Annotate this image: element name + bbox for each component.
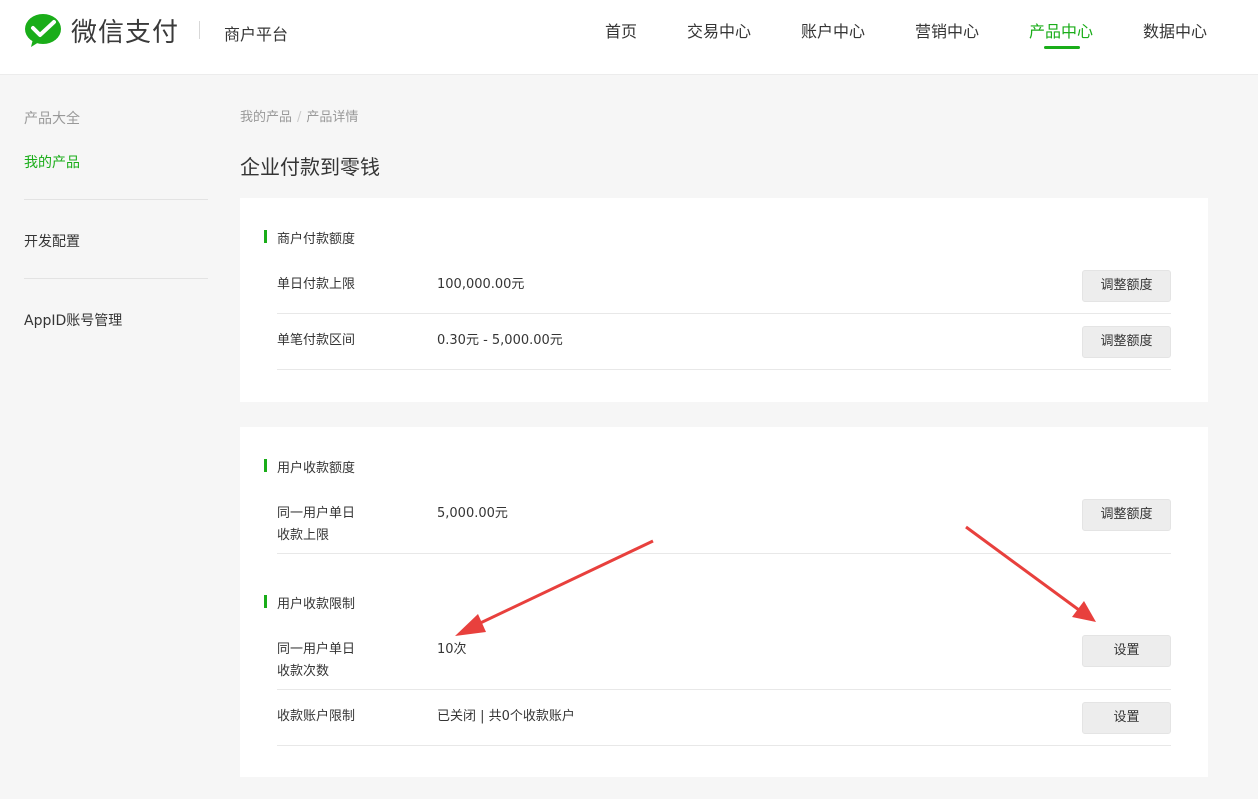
row-label-user-daily-limit: 同一用户单日 收款上限 <box>277 503 355 547</box>
label-line: 同一用户单日 <box>277 642 356 657</box>
nav-trade-center[interactable]: 交易中心 <box>687 18 751 42</box>
merchant-quota-card: 商户付款额度 单日付款上限 100,000.00元 调整额度 单笔付款区间 0.… <box>240 198 1208 402</box>
sidebar-divider <box>24 278 208 279</box>
row-divider <box>277 313 1171 314</box>
row-value-account-limit: 已关闭 | 共0个收款账户 <box>437 709 575 724</box>
breadcrumb: 我的产品 / 产品详情 <box>240 106 358 125</box>
breadcrumb-separator: / <box>297 110 302 125</box>
row-value-single-range: 0.30元 - 5,000.00元 <box>437 333 563 348</box>
set-account-limit-button[interactable]: 设置 <box>1082 702 1171 734</box>
section-title-merchant-quota: 商户付款额度 <box>264 228 355 247</box>
brand-name[interactable]: 微信支付 <box>71 12 179 49</box>
nav-data-center[interactable]: 数据中心 <box>1143 18 1207 42</box>
nav-product-center[interactable]: 产品中心 <box>1029 18 1093 42</box>
page-title: 企业付款到零钱 <box>240 155 380 179</box>
brand-divider <box>199 21 200 39</box>
active-nav-indicator <box>1044 46 1080 49</box>
sidebar-item-dev-config[interactable]: 开发配置 <box>24 231 80 251</box>
nav-home[interactable]: 首页 <box>605 18 637 42</box>
nav-account-center[interactable]: 账户中心 <box>801 18 865 42</box>
adjust-user-daily-limit-button[interactable]: 调整额度 <box>1082 499 1171 531</box>
sidebar-group-label: 产品大全 <box>24 111 80 127</box>
nav-marketing-center[interactable]: 营销中心 <box>915 18 979 42</box>
platform-name: 商户平台 <box>224 25 289 44</box>
row-label-account-limit: 收款账户限制 <box>277 709 356 724</box>
row-value-user-daily-limit: 5,000.00元 <box>437 506 508 521</box>
label-line: 同一用户单日 <box>277 506 356 521</box>
label-line: 收款次数 <box>277 664 330 679</box>
user-quota-card: 用户收款额度 同一用户单日 收款上限 5,000.00元 调整额度 用户收款限制… <box>240 427 1208 777</box>
label-line: 收款上限 <box>277 528 330 543</box>
row-label-single-range: 单笔付款区间 <box>277 333 356 348</box>
sidebar-item-appid-mgmt[interactable]: AppID账号管理 <box>24 310 122 330</box>
breadcrumb-parent[interactable]: 我的产品 <box>240 110 292 125</box>
row-divider <box>277 553 1171 554</box>
breadcrumb-current: 产品详情 <box>306 110 359 125</box>
wechat-pay-logo-icon[interactable] <box>24 13 62 49</box>
row-label-user-daily-count: 同一用户单日 收款次数 <box>277 639 355 683</box>
row-divider <box>277 745 1171 746</box>
adjust-single-range-button[interactable]: 调整额度 <box>1082 326 1171 358</box>
row-divider <box>277 369 1171 370</box>
sidebar-item-my-products[interactable]: 我的产品 <box>24 152 80 172</box>
adjust-daily-limit-button[interactable]: 调整额度 <box>1082 270 1171 302</box>
row-value-daily-limit: 100,000.00元 <box>437 277 525 292</box>
row-value-user-daily-count: 10次 <box>437 642 467 657</box>
section-title-user-quota: 用户收款额度 <box>264 457 355 476</box>
top-header: 微信支付 商户平台 首页 交易中心 账户中心 营销中心 产品中心 数据中心 <box>0 0 1258 75</box>
sidebar-divider <box>24 199 208 200</box>
set-user-daily-count-button[interactable]: 设置 <box>1082 635 1171 667</box>
row-divider <box>277 689 1171 690</box>
row-label-daily-limit: 单日付款上限 <box>277 277 356 292</box>
section-title-user-limits: 用户收款限制 <box>264 593 355 612</box>
